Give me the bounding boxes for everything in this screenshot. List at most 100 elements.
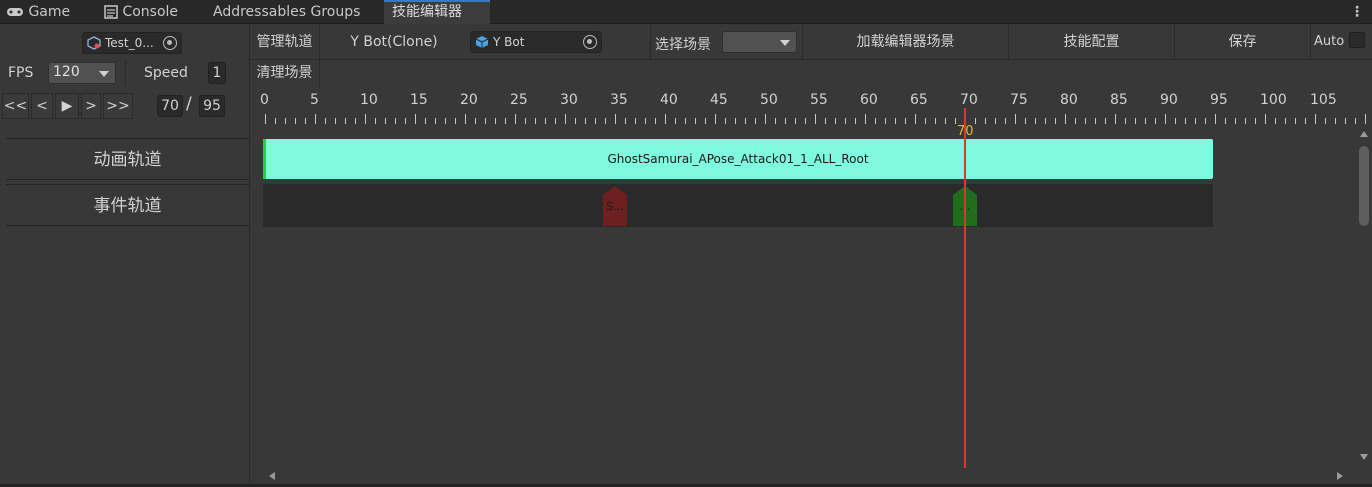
ruler-tick (1175, 118, 1176, 124)
scriptable-object-icon (87, 36, 101, 50)
total-frames-input[interactable]: 95 (199, 95, 225, 117)
ruler-tick (285, 118, 286, 124)
timeline-area[interactable]: 0 5 10 15 20 25 30 35 40 45 50 55 60 65 70 75 80 85 90 95 10… (250, 88, 1366, 468)
ruler-tick (625, 118, 626, 124)
manage-tracks-button[interactable]: 管理轨道 (250, 24, 320, 60)
scene-dropdown[interactable] (722, 31, 797, 53)
scroll-down-icon[interactable] (1360, 454, 1368, 460)
ruler-tick (1245, 118, 1246, 124)
ruler-label: 95 (1210, 92, 1228, 108)
clear-scene-button[interactable]: 清理场景 (250, 60, 320, 88)
ruler-tick (475, 118, 476, 124)
prefab-cube-icon (475, 36, 489, 48)
ruler-label: 85 (1110, 92, 1128, 108)
ruler-tick (875, 118, 876, 124)
animation-clip[interactable]: GhostSamurai_APose_Attack01_1_ALL_Root (263, 139, 1213, 179)
ruler-tick (1055, 118, 1056, 124)
ruler-label: 55 (810, 92, 828, 108)
track-header-animation[interactable]: 动画轨道 (6, 138, 249, 180)
skill-asset-field[interactable]: Test_0... (82, 32, 182, 54)
ruler-tick (1305, 118, 1306, 124)
ruler-tick (1125, 118, 1126, 124)
divider (125, 60, 126, 86)
track-header-event[interactable]: 事件轨道 (6, 184, 249, 226)
tab-skill-editor[interactable]: 技能编辑器 (384, 0, 490, 24)
ruler-tick (435, 118, 436, 124)
fps-label: FPS (8, 65, 34, 81)
scrollbar-thumb[interactable] (1359, 146, 1369, 226)
ruler-tick (975, 118, 976, 124)
frame-ruler[interactable]: 0 5 10 15 20 25 30 35 40 45 50 55 60 65 70 75 80 85 90 95 10… (250, 88, 1366, 128)
ruler-tick (415, 114, 416, 124)
ruler-tick (1015, 114, 1016, 124)
fps-dropdown[interactable]: 120 (48, 62, 116, 84)
event-track[interactable] (263, 184, 1213, 227)
more-options-icon[interactable]: ⋮ (1350, 0, 1364, 24)
ruler-tick (865, 114, 866, 124)
playhead-line[interactable] (964, 108, 966, 468)
ruler-tick (845, 118, 846, 124)
scroll-right-icon[interactable] (1337, 472, 1343, 480)
object-picker-icon[interactable] (583, 35, 597, 49)
ruler-tick (575, 118, 576, 124)
first-frame-button[interactable]: << (2, 93, 29, 119)
last-frame-button[interactable]: >> (103, 93, 133, 119)
ruler-label: 50 (760, 92, 778, 108)
ruler-tick (785, 118, 786, 124)
ruler-label: 30 (560, 92, 578, 108)
clip-start-marker[interactable] (263, 139, 266, 179)
play-button[interactable]: ▶ (55, 93, 79, 119)
toolbar-secondary: 清理场景 (250, 60, 1372, 88)
ruler-tick (315, 114, 316, 124)
prev-frame-button[interactable]: < (31, 93, 53, 119)
auto-label: Auto (1314, 34, 1345, 49)
ruler-tick (1205, 118, 1206, 124)
ruler-tick (715, 114, 716, 124)
tab-game[interactable]: Game (6, 0, 70, 24)
ruler-label: 90 (1160, 92, 1178, 108)
ruler-tick (1365, 114, 1366, 124)
scroll-left-icon[interactable] (269, 472, 275, 480)
ruler-tick (805, 118, 806, 124)
ruler-tick (935, 118, 936, 124)
ruler-tick (655, 118, 656, 124)
ruler-tick (1115, 114, 1116, 124)
auto-checkbox[interactable] (1349, 32, 1365, 48)
ruler-tick (1295, 118, 1296, 124)
tab-label: Addressables Groups (213, 4, 361, 20)
load-editor-scene-button[interactable]: 加载编辑器场景 (803, 24, 1009, 60)
scroll-up-icon[interactable] (1360, 131, 1368, 137)
object-picker-icon[interactable] (163, 36, 177, 50)
next-frame-button[interactable]: > (81, 93, 101, 119)
tab-console[interactable]: Console (104, 0, 178, 24)
ruler-tick (1345, 118, 1346, 124)
ruler-tick (995, 118, 996, 124)
ruler-tick (465, 114, 466, 124)
playhead-frame-label: 70 (957, 124, 974, 139)
speed-input[interactable]: 1 (208, 62, 226, 84)
current-frame-input[interactable]: 70 (157, 95, 183, 117)
fps-value: 120 (53, 64, 80, 80)
tab-addressables-groups[interactable]: Addressables Groups (213, 0, 360, 24)
model-field[interactable]: Y Bot (470, 31, 602, 53)
tab-label: Game (28, 4, 71, 20)
ruler-label: 10 (360, 92, 378, 108)
ruler-tick (1185, 118, 1186, 124)
skill-config-button[interactable]: 技能配置 (1009, 24, 1175, 60)
ruler-tick (795, 118, 796, 124)
horizontal-scrollbar[interactable] (263, 468, 1356, 484)
model-field-value: Y Bot (493, 35, 525, 49)
tab-label: 技能编辑器 (392, 4, 462, 20)
console-icon (104, 5, 118, 19)
ruler-label: 105 (1310, 92, 1337, 108)
ruler-tick (1325, 118, 1326, 124)
ruler-label: 75 (1010, 92, 1028, 108)
ruler-tick (905, 118, 906, 124)
ruler-tick (1235, 118, 1236, 124)
save-button[interactable]: 保存 (1175, 24, 1311, 60)
ruler-tick (425, 118, 426, 124)
divider (650, 24, 651, 60)
frame-separator: / (186, 94, 192, 114)
ruler-tick (765, 114, 766, 124)
vertical-scrollbar[interactable] (1356, 128, 1372, 468)
